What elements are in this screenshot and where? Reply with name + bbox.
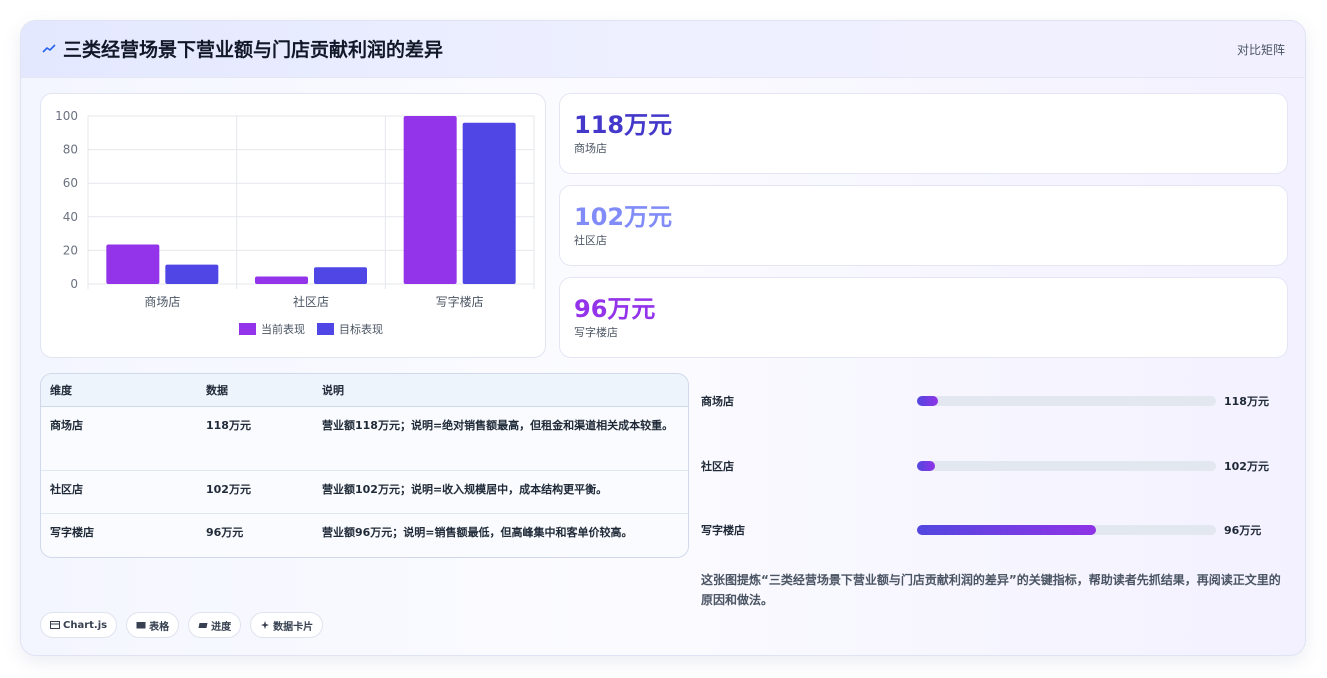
stat-card-community: 102万元 社区店 (559, 185, 1288, 266)
progress-row-mall: 商场店 118万元 (701, 391, 1281, 411)
summary-note: 这张图提炼“三类经营场景下营业额与门店贡献利润的差异”的关键指标，帮助读者先抓结… (701, 573, 1281, 607)
bar (165, 264, 219, 284)
bar (314, 267, 367, 284)
tag-list: Chart.js 表格 进度 数据卡片 (40, 612, 324, 638)
progress-track (917, 461, 1216, 471)
progress-label: 商场店 (701, 395, 734, 408)
table-cell: 营业额96万元；说明=销售额最低，但高峰集中和客单价较高。 (313, 513, 688, 557)
legend-swatch (239, 323, 256, 335)
stat-card-office: 96万元 写字楼店 (559, 277, 1288, 358)
table-row: 写字楼店 96万元 营业额96万元；说明=销售额最低，但高峰集中和客单价较高。 (41, 513, 688, 557)
progress-row-community: 社区店 102万元 (701, 456, 1281, 476)
column-header: 说明 (313, 374, 688, 407)
trend-icon (42, 44, 56, 53)
bar-chart: 0 20 40 60 80 100 商场店 社区店 写字楼店当前表现 目标表现 (55, 109, 535, 336)
y-tick-label: 60 (63, 176, 78, 190)
tag-table[interactable]: 表格 (126, 612, 180, 638)
legend-label: 目标表现 (339, 322, 383, 336)
x-tick-label: 社区店 (293, 294, 329, 309)
sparkle-icon (261, 621, 270, 629)
stat-value: 96万元 (574, 295, 656, 323)
table-cell: 102万元 (197, 470, 313, 514)
progress-value: 118万元 (1224, 395, 1269, 408)
y-tick-label: 80 (63, 143, 78, 157)
data-table: 维度 数据 说明 商场店 118万元 营业额118万元；说明=绝对销售额最高，但… (41, 374, 688, 557)
table-cell: 营业额102万元；说明=收入规模居中，成本结构更平衡。 (313, 470, 688, 514)
table-cell: 社区店 (41, 470, 197, 514)
tag-label: 进度 (211, 621, 232, 633)
table-cell: 商场店 (41, 406, 197, 471)
tag-label: Chart.js (63, 619, 108, 631)
progress-fill (917, 461, 935, 471)
progress-label: 社区店 (701, 460, 734, 473)
y-tick-label: 40 (63, 210, 78, 224)
progress-icon (198, 623, 208, 628)
progress-label: 写字楼店 (701, 524, 745, 537)
card-header: 三类经营场景下营业额与门店贡献利润的差异 对比矩阵 (21, 21, 1305, 78)
x-tick-label: 写字楼店 (436, 294, 484, 309)
tag-progress[interactable]: 进度 (188, 612, 242, 638)
progress-track (917, 396, 1216, 406)
progress-fill (917, 525, 1097, 535)
x-tick-label: 商场店 (144, 294, 180, 309)
tag-label: 数据卡片 (273, 621, 314, 633)
table-icon (136, 622, 146, 629)
table-header-row: 维度 数据 说明 (41, 374, 688, 407)
data-table-panel: 维度 数据 说明 商场店 118万元 营业额118万元；说明=绝对销售额最高，但… (40, 373, 689, 558)
progress-fill (917, 396, 938, 406)
stat-card-mall: 118万元 商场店 (559, 93, 1288, 174)
stat-value: 118万元 (574, 111, 673, 139)
table-cell: 写字楼店 (41, 513, 197, 557)
table-row: 商场店 118万元 营业额118万元；说明=绝对销售额最高，但租金和渠道相关成本… (41, 406, 688, 471)
progress-value: 96万元 (1224, 524, 1262, 537)
stat-label: 社区店 (574, 234, 607, 247)
page-title: 三类经营场景下营业额与门店贡献利润的差异 (63, 39, 444, 61)
tag-label: 表格 (149, 621, 170, 633)
dashboard-card: 三类经营场景下营业额与门店贡献利润的差异 对比矩阵 0 20 40 60 80 100 商场… (20, 20, 1306, 656)
column-header: 数据 (197, 374, 313, 407)
tag-chartjs[interactable]: Chart.js (40, 612, 118, 638)
bar (403, 116, 457, 284)
bar-chart-panel: 0 20 40 60 80 100 商场店 社区店 写字楼店当前表现 目标表现 (40, 93, 546, 358)
bar (255, 276, 308, 284)
stat-value: 102万元 (574, 203, 673, 231)
y-tick-label: 0 (70, 277, 78, 291)
progress-track (917, 525, 1216, 535)
y-tick-label: 20 (63, 243, 78, 257)
legend-swatch (317, 323, 334, 335)
chart-icon (50, 621, 60, 629)
legend-label: 当前表现 (261, 322, 305, 336)
stat-label: 商场店 (574, 142, 607, 155)
view-mode-badge[interactable]: 对比矩阵 (1237, 41, 1285, 58)
table-cell: 96万元 (197, 513, 313, 557)
progress-value: 102万元 (1224, 460, 1269, 473)
stat-label: 写字楼店 (574, 326, 618, 339)
table-cell: 营业额118万元；说明=绝对销售额最高，但租金和渠道相关成本较重。 (313, 406, 688, 471)
bar (462, 122, 516, 284)
table-row: 社区店 102万元 营业额102万元；说明=收入规模居中，成本结构更平衡。 (41, 470, 688, 514)
y-tick-label: 100 (55, 109, 78, 123)
bar (106, 244, 160, 284)
column-header: 维度 (41, 374, 197, 407)
table-cell: 118万元 (197, 406, 313, 471)
progress-row-office: 写字楼店 96万元 (701, 520, 1281, 540)
tag-data-card[interactable]: 数据卡片 (250, 612, 324, 638)
